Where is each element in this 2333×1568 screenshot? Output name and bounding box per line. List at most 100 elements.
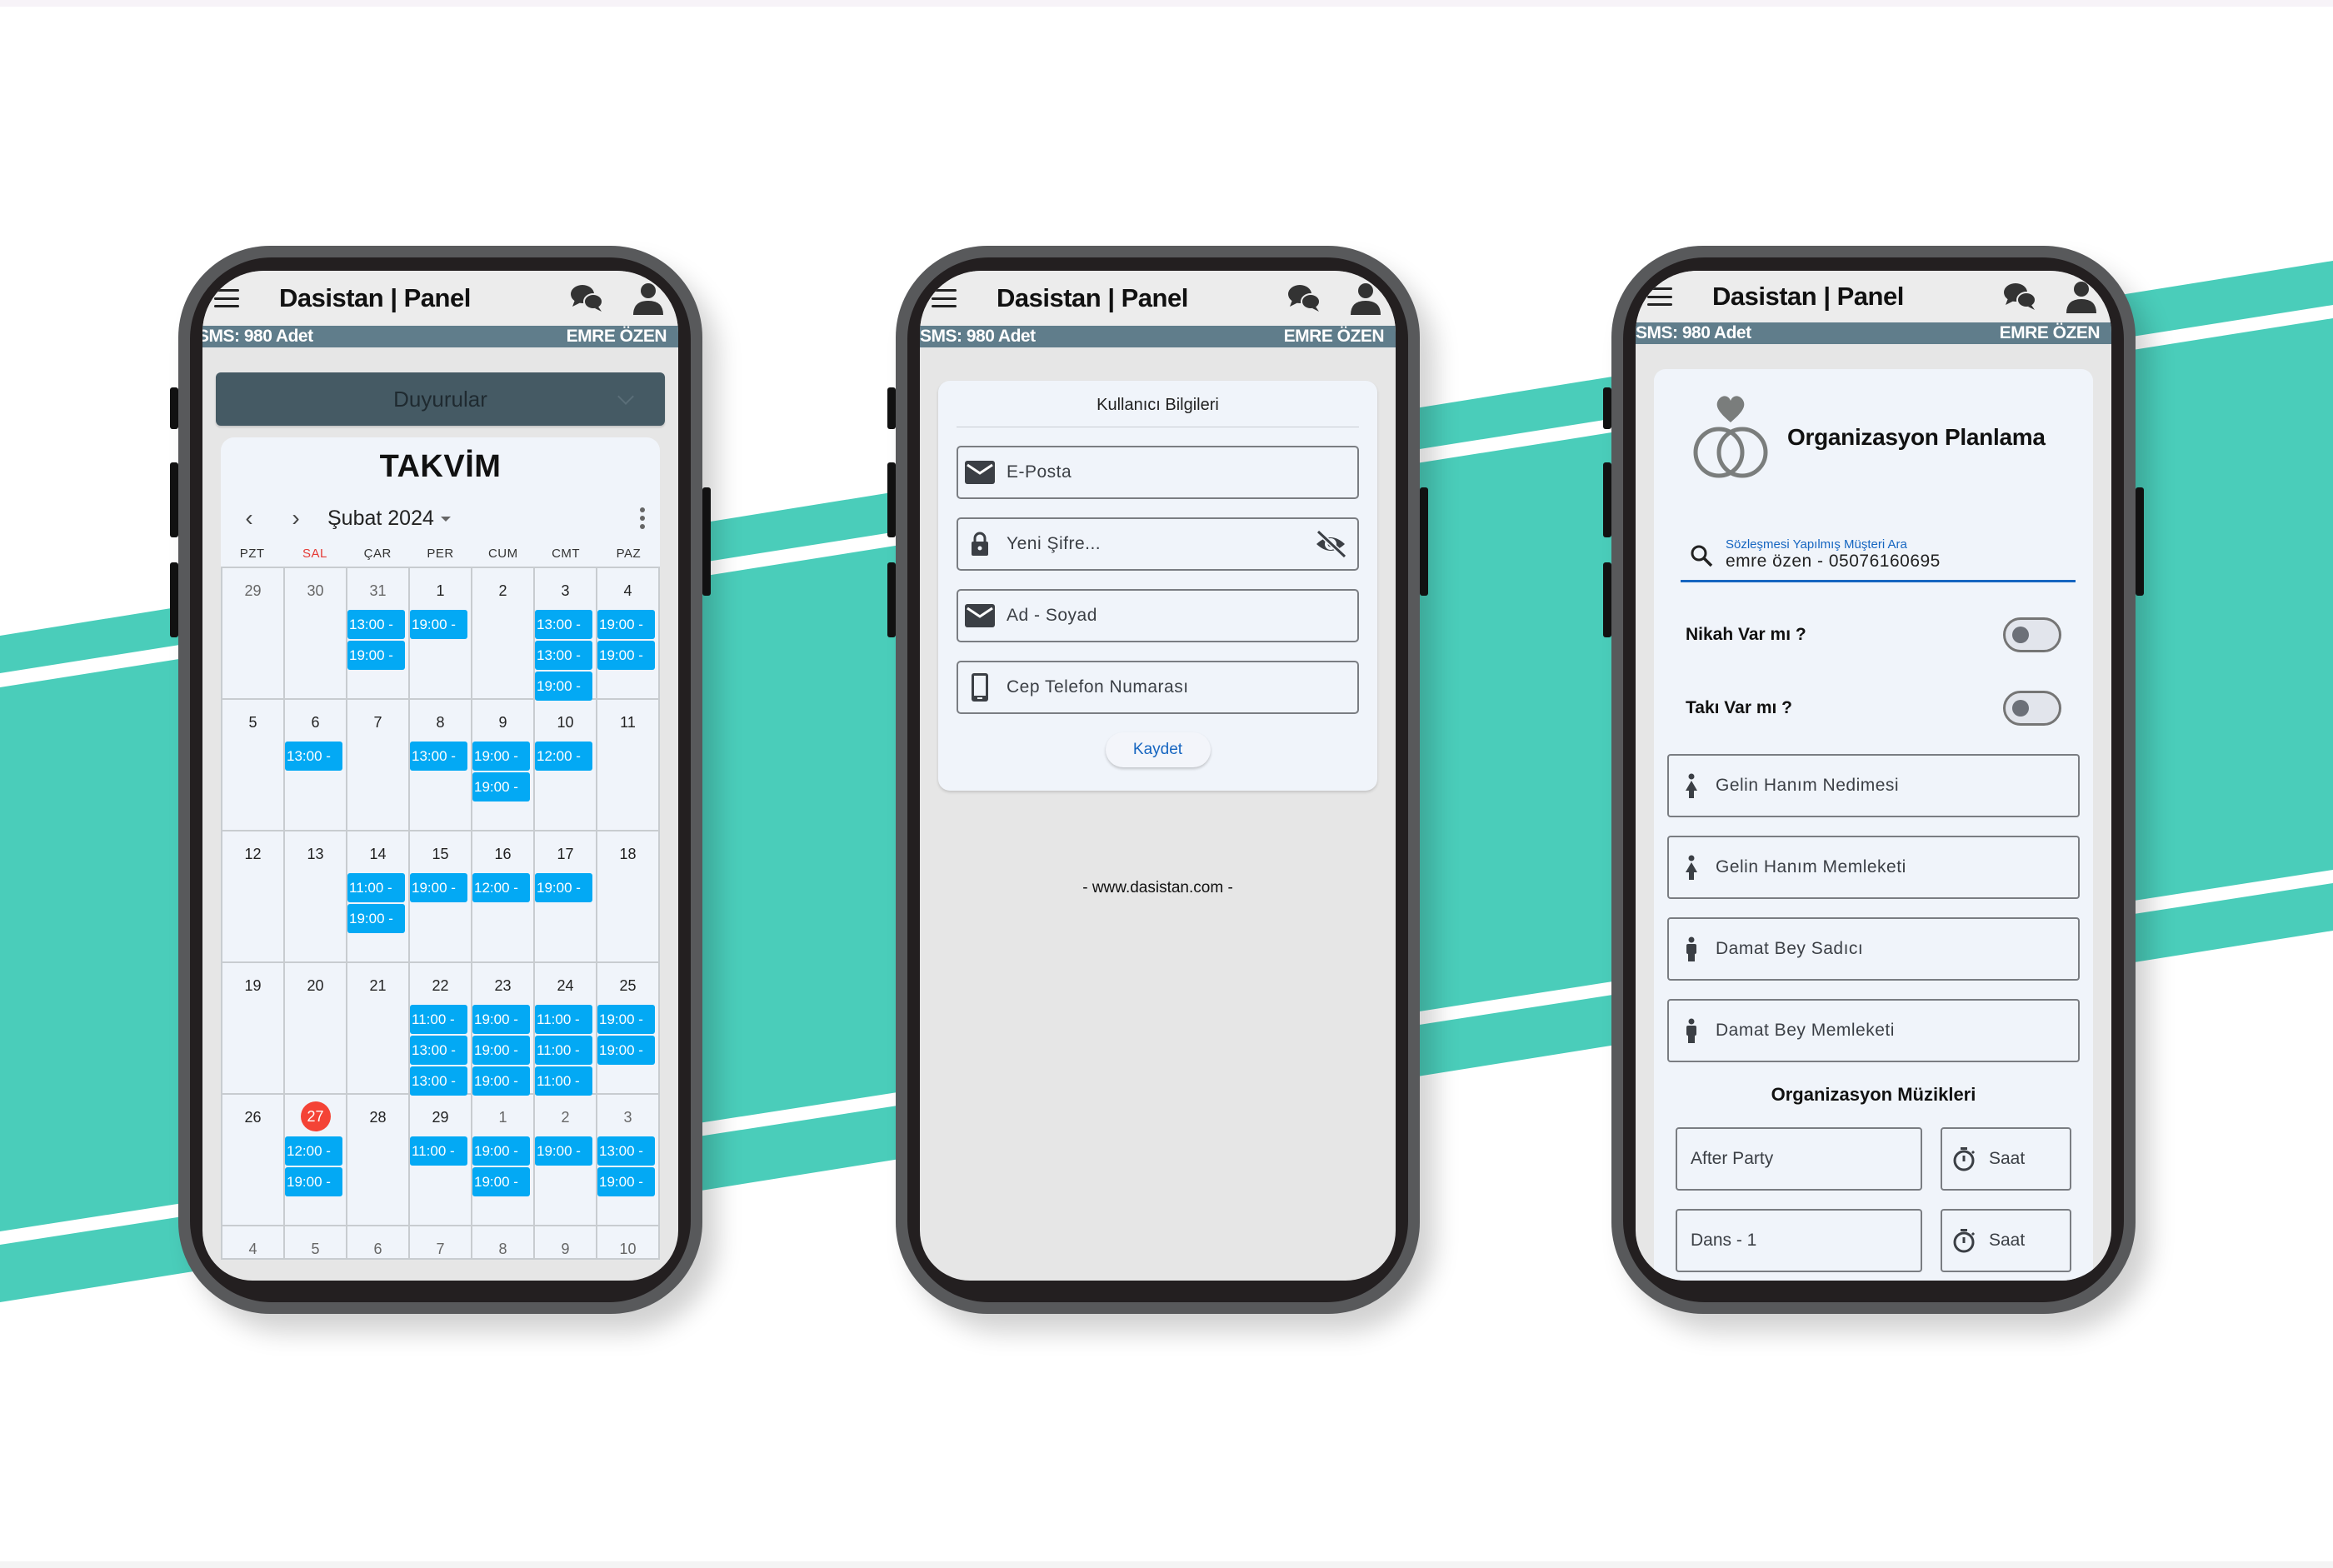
calendar-day-cell[interactable]: 4 <box>222 1226 285 1260</box>
hamburger-icon[interactable] <box>932 289 957 307</box>
event-chip[interactable]: 19:00 - <box>597 610 655 639</box>
event-chip[interactable]: 13:00 - <box>597 1136 655 1166</box>
event-chip[interactable]: 19:00 - <box>535 873 592 902</box>
new-password-field[interactable]: Yeni Şifre... <box>957 517 1359 571</box>
user-icon[interactable] <box>2063 280 2100 313</box>
visibility-off-icon[interactable] <box>1314 529 1347 559</box>
calendar-day-cell[interactable]: 24 11:00 -11:00 -11:00 - <box>535 963 597 1096</box>
next-month-button[interactable]: › <box>279 505 312 532</box>
calendar-day-cell[interactable]: 27 12:00 -19:00 - <box>285 1095 347 1226</box>
user-icon[interactable] <box>1347 282 1384 315</box>
calendar-day-cell[interactable]: 8 13:00 - <box>410 700 472 831</box>
user-icon[interactable] <box>630 282 667 315</box>
calendar-day-cell[interactable]: 7 <box>410 1226 472 1260</box>
calendar-day-cell[interactable]: 21 <box>347 963 410 1095</box>
event-chip[interactable]: 13:00 - <box>410 742 467 771</box>
event-chip[interactable]: 19:00 - <box>597 1036 655 1065</box>
email-field[interactable]: E-Posta <box>957 446 1359 499</box>
event-chip[interactable]: 19:00 - <box>472 1136 530 1166</box>
event-chip[interactable]: 11:00 - <box>535 1005 592 1034</box>
event-chip[interactable]: 19:00 - <box>472 742 530 771</box>
event-chip[interactable]: 19:00 - <box>597 1005 655 1034</box>
chat-bubbles-icon[interactable] <box>568 282 605 315</box>
event-chip[interactable]: 11:00 - <box>410 1136 467 1166</box>
event-chip[interactable]: 13:00 - <box>410 1066 467 1096</box>
event-chip[interactable]: 19:00 - <box>597 1167 655 1196</box>
calendar-day-cell[interactable]: 4 19:00 -19:00 - <box>597 568 660 700</box>
calendar-day-cell[interactable]: 9 <box>535 1226 597 1260</box>
calendar-day-cell[interactable]: 20 <box>285 963 347 1095</box>
calendar-day-cell[interactable]: 28 <box>347 1095 410 1226</box>
event-chip[interactable]: 12:00 - <box>535 742 592 771</box>
calendar-day-cell[interactable]: 12 <box>222 831 285 963</box>
event-chip[interactable]: 19:00 - <box>472 1005 530 1034</box>
event-chip[interactable]: 11:00 - <box>410 1005 467 1034</box>
calendar-day-cell[interactable]: 5 <box>285 1226 347 1260</box>
calendar-day-cell[interactable]: 6 <box>347 1226 410 1260</box>
calendar-day-cell[interactable]: 17 19:00 - <box>535 831 597 963</box>
calendar-day-cell[interactable]: 8 <box>472 1226 535 1260</box>
event-chip[interactable]: 19:00 - <box>347 641 405 670</box>
event-chip[interactable]: 19:00 - <box>597 641 655 670</box>
event-chip[interactable]: 13:00 - <box>535 610 592 639</box>
event-chip[interactable]: 19:00 - <box>410 610 467 639</box>
event-chip[interactable]: 19:00 - <box>535 672 592 701</box>
taki-toggle[interactable] <box>2003 691 2061 726</box>
month-selector[interactable]: Şubat 2024 <box>327 507 451 531</box>
calendar-day-cell[interactable]: 3 13:00 -13:00 -19:00 - <box>535 568 597 701</box>
more-vert-icon[interactable] <box>640 507 648 529</box>
calendar-day-cell[interactable]: 25 19:00 -19:00 - <box>597 963 660 1095</box>
event-chip[interactable]: 19:00 - <box>535 1136 592 1166</box>
calendar-day-cell[interactable]: 23 19:00 -19:00 -19:00 - <box>472 963 535 1096</box>
calendar-day-cell[interactable]: 11 <box>597 700 660 831</box>
full-name-field[interactable]: Ad - Soyad <box>957 589 1359 642</box>
calendar-day-cell[interactable]: 1 19:00 - <box>410 568 472 700</box>
event-chip[interactable]: 19:00 - <box>347 904 405 933</box>
event-chip[interactable]: 13:00 - <box>410 1036 467 1065</box>
save-button[interactable]: Kaydet <box>1105 732 1211 767</box>
bridesmaid-field[interactable]: Gelin Hanım Nedimesi <box>1667 754 2080 817</box>
calendar-day-cell[interactable]: 1 19:00 -19:00 - <box>472 1095 535 1226</box>
event-chip[interactable]: 11:00 - <box>535 1066 592 1096</box>
event-chip[interactable]: 12:00 - <box>285 1136 342 1166</box>
calendar-day-cell[interactable]: 15 19:00 - <box>410 831 472 963</box>
event-chip[interactable]: 13:00 - <box>285 742 342 771</box>
groom-hometown-field[interactable]: Damat Bey Memleketi <box>1667 999 2080 1062</box>
event-chip[interactable]: 11:00 - <box>347 873 405 902</box>
calendar-day-cell[interactable]: 22 11:00 -13:00 -13:00 - <box>410 963 472 1096</box>
calendar-day-cell[interactable]: 14 11:00 -19:00 - <box>347 831 410 963</box>
nikah-toggle[interactable] <box>2003 617 2061 652</box>
event-chip[interactable]: 11:00 - <box>535 1036 592 1065</box>
best-man-field[interactable]: Damat Bey Sadıcı <box>1667 917 2080 981</box>
music-name-field[interactable]: After Party <box>1676 1127 1922 1191</box>
event-chip[interactable]: 19:00 - <box>472 1066 530 1096</box>
website-link[interactable]: - www.dasistan.com - <box>930 879 1386 897</box>
calendar-day-cell[interactable]: 26 <box>222 1095 285 1226</box>
event-chip[interactable]: 19:00 - <box>472 1036 530 1065</box>
bride-hometown-field[interactable]: Gelin Hanım Memleketi <box>1667 836 2080 899</box>
calendar-day-cell[interactable]: 29 <box>222 568 285 700</box>
calendar-day-cell[interactable]: 16 12:00 - <box>472 831 535 963</box>
event-chip[interactable]: 13:00 - <box>535 641 592 670</box>
calendar-day-cell[interactable]: 30 <box>285 568 347 700</box>
chat-bubbles-icon[interactable] <box>1286 282 1322 315</box>
calendar-day-cell[interactable]: 19 <box>222 963 285 1095</box>
event-chip[interactable]: 19:00 - <box>472 1167 530 1196</box>
prev-month-button[interactable]: ‹ <box>232 505 266 532</box>
event-chip[interactable]: 19:00 - <box>285 1167 342 1196</box>
music-time-field[interactable]: Saat <box>1941 1127 2071 1191</box>
calendar-day-cell[interactable]: 13 <box>285 831 347 963</box>
calendar-day-cell[interactable]: 2 19:00 - <box>535 1095 597 1226</box>
calendar-day-cell[interactable]: 7 <box>347 700 410 831</box>
calendar-day-cell[interactable]: 10 <box>597 1226 660 1260</box>
calendar-day-cell[interactable]: 29 11:00 - <box>410 1095 472 1226</box>
calendar-day-cell[interactable]: 3 13:00 -19:00 - <box>597 1095 660 1226</box>
calendar-day-cell[interactable]: 31 13:00 -19:00 - <box>347 568 410 700</box>
calendar-day-cell[interactable]: 9 19:00 -19:00 - <box>472 700 535 831</box>
phone-number-field[interactable]: Cep Telefon Numarası <box>957 661 1359 714</box>
event-chip[interactable]: 13:00 - <box>347 610 405 639</box>
event-chip[interactable]: 19:00 - <box>472 772 530 801</box>
music-time-field[interactable]: Saat <box>1941 1209 2071 1272</box>
announcements-dropdown[interactable]: Duyurular <box>216 372 665 426</box>
chat-bubbles-icon[interactable] <box>2001 280 2038 313</box>
